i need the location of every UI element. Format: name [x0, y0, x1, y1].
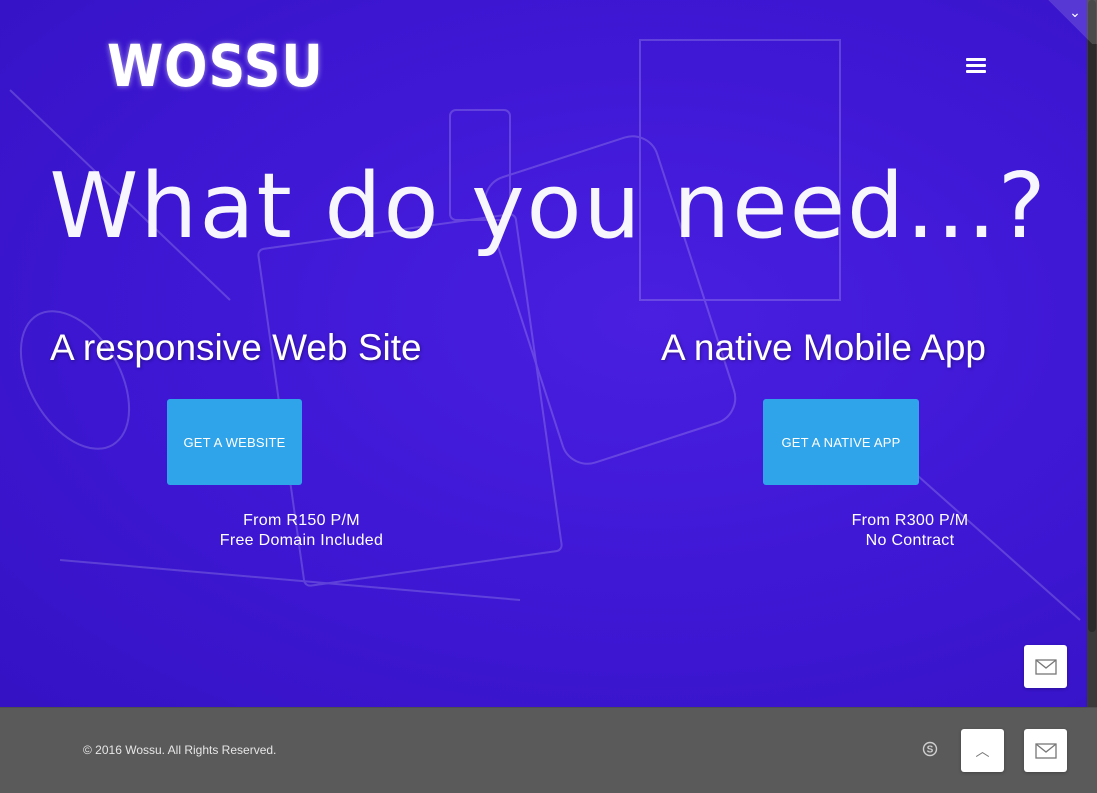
get-website-button[interactable]: GET A WEBSITE	[167, 399, 302, 485]
app-price: From R300 P/M No Contract	[810, 511, 1010, 551]
website-price-line1: From R150 P/M	[243, 512, 360, 529]
chevron-down-icon[interactable]: ⌄	[1068, 4, 1082, 21]
app-price-line1: From R300 P/M	[851, 512, 969, 529]
website-price-line2: Free Domain Included	[219, 532, 384, 549]
app-price-line2: No Contract	[865, 532, 955, 549]
chevron-up-icon: ︿	[975, 742, 990, 759]
scrollbar-thumb[interactable]	[1088, 0, 1096, 632]
website-title: A responsive Web Site	[50, 327, 422, 368]
app-title: A native Mobile App	[661, 327, 986, 368]
footer-mail-button[interactable]	[1024, 729, 1067, 772]
get-native-app-button[interactable]: GET A NATIVE APP	[763, 399, 919, 485]
skype-icon[interactable]: S	[922, 741, 938, 757]
back-to-top-button[interactable]: ︿	[961, 729, 1004, 772]
page-headline: What do you need...?	[49, 154, 1048, 259]
hamburger-menu-icon[interactable]	[966, 58, 986, 74]
site-logo[interactable]: WOSSU	[107, 36, 323, 96]
contact-mail-button[interactable]	[1024, 645, 1067, 688]
svg-text:S: S	[927, 745, 934, 756]
copyright-text: © 2016 Wossu. All Rights Reserved.	[83, 743, 277, 757]
hero-section: WOSSU What do you need...? A responsive …	[0, 0, 1087, 707]
website-price: From R150 P/M Free Domain Included	[200, 511, 403, 551]
envelope-icon	[1034, 742, 1057, 759]
footer: © 2016 Wossu. All Rights Reserved. S ︿	[0, 707, 1097, 793]
envelope-icon	[1034, 658, 1057, 675]
